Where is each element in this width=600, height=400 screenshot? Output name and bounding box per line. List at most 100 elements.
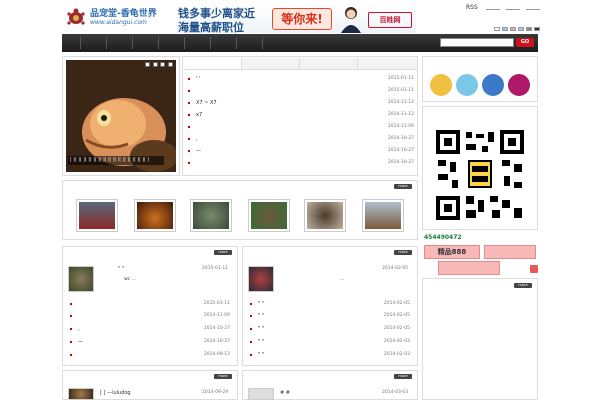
rss-link[interactable]: RSS bbox=[466, 4, 478, 11]
nav-item[interactable] bbox=[262, 37, 282, 49]
list-item[interactable]: x7 2014-11-12 bbox=[188, 112, 414, 120]
list-item[interactable]: 2014-11-09 bbox=[188, 124, 414, 132]
list-item[interactable]: " " 2014-02-05 bbox=[250, 313, 410, 321]
news-tabs bbox=[184, 58, 418, 70]
more-link[interactable]: more bbox=[394, 374, 412, 379]
nav-item[interactable] bbox=[210, 37, 230, 49]
skin-swatch[interactable] bbox=[502, 27, 508, 31]
bullet bbox=[188, 114, 190, 116]
qq-icon[interactable] bbox=[482, 74, 504, 96]
tab[interactable] bbox=[300, 58, 358, 69]
item-title[interactable]: " " bbox=[258, 326, 264, 332]
more-link[interactable]: more bbox=[214, 374, 232, 379]
featured-date: 2014-09-29 bbox=[202, 390, 229, 395]
site-logo[interactable]: 品宠堂-香龟世界 www.aidangui.com bbox=[66, 6, 166, 30]
slide-dot[interactable] bbox=[152, 62, 158, 67]
list-item[interactable]: , 2014-10-27 bbox=[70, 326, 230, 334]
item-date: 2014-02-03 bbox=[383, 339, 410, 344]
item-title[interactable]: " " bbox=[258, 301, 264, 307]
sidebar-button[interactable] bbox=[438, 261, 500, 275]
item-title[interactable]: — bbox=[78, 339, 83, 345]
featured-title[interactable]: [ ] —luludog bbox=[100, 390, 131, 396]
list-item[interactable]: , 2014-10-27 bbox=[188, 136, 414, 144]
search-input[interactable] bbox=[440, 38, 514, 47]
gallery-thumb[interactable] bbox=[134, 199, 176, 232]
turtle-logo-icon bbox=[67, 8, 85, 25]
bullet bbox=[188, 78, 190, 80]
list-item[interactable]: 2014-09-13 bbox=[70, 352, 230, 360]
more-link[interactable]: more bbox=[214, 250, 232, 255]
item-title[interactable]: X7 ~ X7 bbox=[196, 100, 217, 106]
skin-swatch[interactable] bbox=[494, 27, 500, 31]
home-icon[interactable] bbox=[530, 265, 538, 273]
card-thumb[interactable] bbox=[248, 266, 274, 292]
more-link[interactable]: more bbox=[394, 250, 412, 255]
item-title[interactable]: " " bbox=[258, 339, 264, 345]
list-item[interactable]: 2015-01-11 bbox=[188, 88, 414, 96]
list-item[interactable]: 2014-10-27 bbox=[188, 160, 414, 168]
more-link[interactable]: more bbox=[514, 283, 532, 288]
top-link[interactable] bbox=[506, 4, 520, 10]
card-thumb[interactable] bbox=[248, 388, 274, 400]
item-title[interactable]: — bbox=[196, 148, 201, 154]
gallery-thumb[interactable] bbox=[76, 199, 118, 232]
gallery-thumb[interactable] bbox=[362, 199, 404, 232]
nav-item[interactable] bbox=[158, 37, 178, 49]
item-date: 2014-02-05 bbox=[383, 301, 410, 306]
nav-item[interactable] bbox=[80, 37, 100, 49]
item-title[interactable]: ' ' bbox=[196, 76, 200, 82]
skin-swatch[interactable] bbox=[526, 27, 532, 31]
card-thumb[interactable] bbox=[68, 266, 94, 292]
ad-banner[interactable]: 钱多事少离家近 海量高薪职位 等你来! 百姓网 bbox=[176, 3, 416, 33]
gallery-thumb[interactable] bbox=[248, 199, 290, 232]
skin-swatch[interactable] bbox=[510, 27, 516, 31]
nav-item[interactable] bbox=[106, 37, 126, 49]
more-link[interactable]: more bbox=[394, 184, 412, 189]
weibo-icon[interactable] bbox=[430, 74, 452, 96]
tab[interactable] bbox=[184, 58, 242, 69]
bullet bbox=[70, 328, 72, 330]
mail-icon[interactable] bbox=[508, 74, 530, 96]
tab[interactable] bbox=[242, 58, 300, 69]
item-title[interactable]: " " bbox=[258, 352, 264, 358]
twitter-icon[interactable] bbox=[456, 74, 478, 96]
card-thumb[interactable] bbox=[68, 388, 94, 400]
featured-title[interactable]: # # bbox=[280, 390, 290, 396]
top-link[interactable] bbox=[486, 4, 500, 10]
nav-item[interactable] bbox=[236, 37, 256, 49]
slide-dot[interactable] bbox=[167, 62, 173, 67]
list-item[interactable]: X7 ~ X7 2014-11-12 bbox=[188, 100, 414, 108]
search-button[interactable]: GO bbox=[516, 38, 534, 47]
top-link[interactable] bbox=[526, 4, 540, 10]
slide-dot[interactable] bbox=[160, 62, 166, 67]
thumb-image bbox=[193, 202, 229, 229]
gallery-thumb[interactable] bbox=[190, 199, 232, 232]
skin-swatch[interactable] bbox=[534, 27, 540, 31]
gallery-thumb[interactable] bbox=[304, 199, 346, 232]
sidebar-button[interactable] bbox=[484, 245, 536, 259]
skin-swatch[interactable] bbox=[518, 27, 524, 31]
list-item[interactable]: — 2014-10-27 bbox=[188, 148, 414, 156]
list-item[interactable]: — 2014-10-27 bbox=[70, 339, 230, 347]
list-item[interactable]: 2015-01-11 bbox=[70, 301, 230, 309]
list-item[interactable]: 2014-11-09 bbox=[70, 313, 230, 321]
thumb-image bbox=[137, 202, 173, 229]
list-item[interactable]: ' ' 2015-01-11 bbox=[188, 76, 414, 84]
nav-item[interactable] bbox=[132, 37, 152, 49]
item-title[interactable]: , bbox=[196, 136, 198, 142]
list-item[interactable]: " " 2014-02-03 bbox=[250, 339, 410, 347]
tab[interactable] bbox=[358, 58, 418, 69]
bullet bbox=[188, 138, 190, 140]
item-title[interactable]: " " bbox=[258, 313, 264, 319]
list-item[interactable]: " " 2014-02-03 bbox=[250, 352, 410, 360]
list-item[interactable]: " " 2014-02-05 bbox=[250, 326, 410, 334]
slide-dot[interactable] bbox=[145, 62, 150, 67]
list-item[interactable]: " " 2014-02-05 bbox=[250, 301, 410, 309]
item-date: 2014-02-05 bbox=[383, 313, 410, 318]
featured-title[interactable]: " " bbox=[118, 266, 124, 272]
sidebar-button[interactable]: 精品888 bbox=[424, 245, 480, 259]
nav-item[interactable] bbox=[184, 37, 204, 49]
item-title[interactable]: , bbox=[78, 326, 80, 332]
feature-caption[interactable]: [ ][ ][ ][ ][ ][ ][ ][ ][ ][ ][ ][ ][ ][… bbox=[68, 156, 164, 165]
item-title[interactable]: x7 bbox=[196, 112, 202, 118]
